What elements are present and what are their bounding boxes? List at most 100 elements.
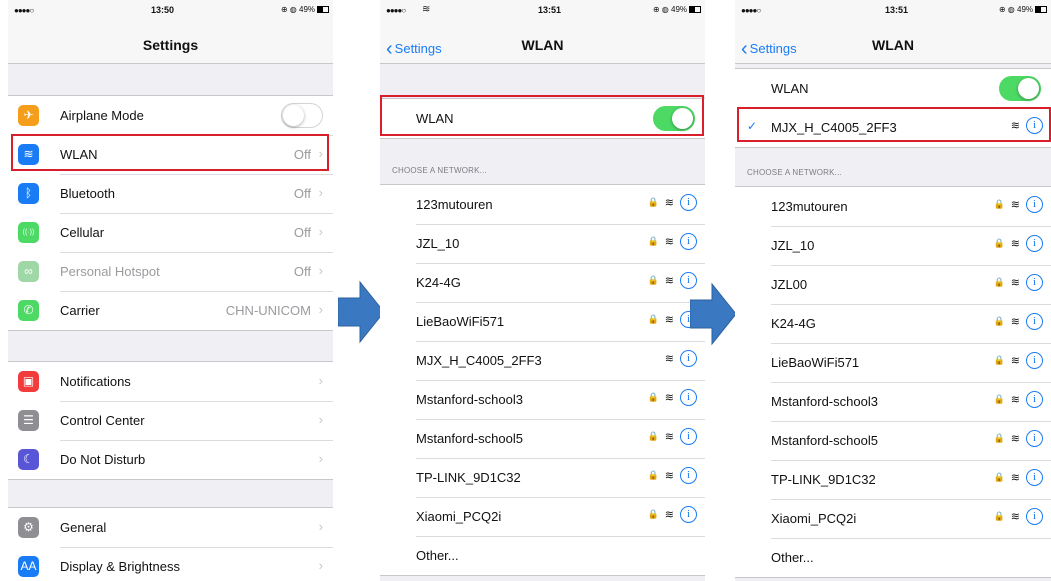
info-icon[interactable]: i xyxy=(1026,469,1043,486)
settings-screen: ●●●●○ 13:50 ⊕ ◍ 49% Settings ✈ Airplane M… xyxy=(8,0,333,581)
network-row[interactable]: JZL00 🔒 ≋ i xyxy=(735,265,1051,304)
network-name: Mstanford-school3 xyxy=(771,394,878,409)
nav-bar: ‹ Settings WLAN xyxy=(735,20,1051,64)
network-row[interactable]: Mstanford-school5 🔒 ≋ i xyxy=(735,421,1051,460)
nav-bar: Settings xyxy=(8,20,333,64)
info-icon[interactable]: i xyxy=(1026,196,1043,213)
network-row[interactable]: LieBaoWiFi571 🔒 ≋ i xyxy=(380,302,705,341)
settings-item-cellular[interactable]: ((·)) Cellular Off › xyxy=(8,213,333,252)
settings-item-value: Off xyxy=(293,186,311,201)
info-icon[interactable]: i xyxy=(1026,313,1043,330)
info-icon[interactable]: i xyxy=(680,506,697,523)
settings-item-general[interactable]: ⚙ General › xyxy=(8,508,333,547)
network-row[interactable]: K24-4G 🔒 ≋ i xyxy=(380,263,705,302)
lock-icon: 🔒 xyxy=(647,275,659,285)
wlan-toggle[interactable] xyxy=(999,76,1041,101)
lock-icon: 🔒 xyxy=(647,470,659,480)
network-row[interactable]: Xiaomi_PCQ2i 🔒 ≋ i xyxy=(380,497,705,536)
settings-item-bluetooth[interactable]: ᛒ Bluetooth Off › xyxy=(8,174,333,213)
battery-icon xyxy=(1035,6,1047,13)
settings-item-label: General xyxy=(60,520,107,535)
settings-item-control-center[interactable]: ☰ Control Center › xyxy=(8,401,333,440)
network-row[interactable]: Xiaomi_PCQ2i 🔒 ≋ i xyxy=(735,499,1051,538)
page-title: WLAN xyxy=(521,37,564,53)
info-icon[interactable]: i xyxy=(680,389,697,406)
settings-group-general: ⚙ General › AA Display & Brightness › xyxy=(8,507,333,581)
wlan-row[interactable]: WLAN xyxy=(735,69,1051,108)
airplane-mode-toggle[interactable] xyxy=(281,103,323,128)
network-icons: 🔒 ≋ i xyxy=(994,391,1043,408)
control-center-icon: ☰ xyxy=(18,410,39,431)
lock-icon: 🔒 xyxy=(993,199,1005,209)
status-right: ⊕ ◍ 49% xyxy=(280,5,315,14)
network-row[interactable]: LieBaoWiFi571 🔒 ≋ i xyxy=(735,343,1051,382)
moon-icon: ☾ xyxy=(18,449,39,470)
network-row[interactable]: Mstanford-school3 🔒 ≋ i xyxy=(380,380,705,419)
network-icons: 🔒 ≋ i xyxy=(994,508,1043,525)
status-bar: ●●●●○ 13:51 ⊕ ◍ 49% xyxy=(735,0,1051,20)
wifi-icon: ≋ xyxy=(664,314,674,326)
info-icon[interactable]: i xyxy=(680,467,697,484)
network-name: 123mutouren xyxy=(771,199,848,214)
network-icons: 🔒 ≋ i xyxy=(648,428,697,445)
lock-icon: 🔒 xyxy=(993,394,1005,404)
info-icon[interactable]: i xyxy=(680,350,697,367)
wifi-icon: ≋ xyxy=(664,392,674,404)
wlan-screen-off: ●●●●○ ≋ 13:51 ⊕ ◍ 49% ‹ Settings WLAN WLA… xyxy=(380,0,705,581)
network-row[interactable]: JZL_10 🔒 ≋ i xyxy=(380,224,705,263)
info-icon[interactable]: i xyxy=(680,233,697,250)
settings-item-notifications[interactable]: ▣ Notifications › xyxy=(8,362,333,401)
settings-item-display-brightness[interactable]: AA Display & Brightness › xyxy=(8,547,333,581)
info-icon[interactable]: i xyxy=(1026,235,1043,252)
network-icons: 🔒 ≋ i xyxy=(994,313,1043,330)
settings-item-carrier[interactable]: ✆ Carrier CHN-UNICOM › xyxy=(8,291,333,330)
phone-icon: ✆ xyxy=(18,300,39,321)
settings-group-connectivity: ✈ Airplane Mode ≋ WLAN Off › ᛒ Bluetooth Off › ((·… xyxy=(8,95,333,331)
network-row[interactable]: MJX_H_C4005_2FF3 ≋ i xyxy=(380,341,705,380)
settings-item-personal-hotspot[interactable]: ∞ Personal Hotspot Off › xyxy=(8,252,333,291)
other-network-row[interactable]: Other... xyxy=(735,538,1051,577)
network-name: Xiaomi_PCQ2i xyxy=(416,509,502,524)
wifi-icon: ≋ xyxy=(664,236,674,248)
section-header: CHOOSE A NETWORK... xyxy=(392,166,487,175)
settings-item-do-not-disturb[interactable]: ☾ Do Not Disturb › xyxy=(8,440,333,479)
network-row[interactable]: TP-LINK_9D1C32 🔒 ≋ i xyxy=(735,460,1051,499)
info-icon[interactable]: i xyxy=(680,194,697,211)
settings-item-value: CHN-UNICOM xyxy=(225,303,311,318)
network-row[interactable]: K24-4G 🔒 ≋ i xyxy=(735,304,1051,343)
info-icon[interactable]: i xyxy=(1026,430,1043,447)
network-name: TP-LINK_9D1C32 xyxy=(416,470,521,485)
network-list: 123mutouren 🔒 ≋ i JZL_10 🔒 ≋ i K24-4G 🔒 ≋ i LieBaoWi… xyxy=(380,184,705,576)
wifi-icon: ≋ xyxy=(1010,472,1020,484)
network-name: K24-4G xyxy=(771,316,816,331)
bluetooth-icon: ᛒ xyxy=(18,183,39,204)
network-name: JZL_10 xyxy=(771,238,815,253)
network-icons: 🔒 ≋ i xyxy=(648,389,697,406)
wifi-icon: ≋ xyxy=(664,353,674,365)
hotspot-icon: ∞ xyxy=(18,261,39,282)
info-icon[interactable]: i xyxy=(1026,352,1043,369)
settings-item-airplane-mode[interactable]: ✈ Airplane Mode xyxy=(8,96,333,135)
network-row[interactable]: Mstanford-school3 🔒 ≋ i xyxy=(735,382,1051,421)
info-icon[interactable]: i xyxy=(680,428,697,445)
info-icon[interactable]: i xyxy=(1026,508,1043,525)
notifications-icon: ▣ xyxy=(18,371,39,392)
settings-item-label: Notifications xyxy=(60,374,131,389)
network-row[interactable]: JZL_10 🔒 ≋ i xyxy=(735,226,1051,265)
chevron-right-icon: › xyxy=(318,451,323,466)
network-row[interactable]: 123mutouren 🔒 ≋ i xyxy=(735,187,1051,226)
settings-item-label: Cellular xyxy=(60,225,105,240)
wifi-icon: ≋ xyxy=(664,509,674,521)
info-icon[interactable]: i xyxy=(1026,274,1043,291)
chevron-right-icon: › xyxy=(318,224,323,239)
settings-item-label: Personal Hotspot xyxy=(60,264,160,279)
chevron-right-icon: › xyxy=(318,263,323,278)
info-icon[interactable]: i xyxy=(1026,391,1043,408)
wifi-icon: ≋ xyxy=(1010,433,1020,445)
other-network-row[interactable]: Other... xyxy=(380,536,705,575)
wifi-icon: ≋ xyxy=(1010,316,1020,328)
wifi-icon: ≋ xyxy=(1010,238,1020,250)
network-row[interactable]: Mstanford-school5 🔒 ≋ i xyxy=(380,419,705,458)
network-row[interactable]: 123mutouren 🔒 ≋ i xyxy=(380,185,705,224)
network-row[interactable]: TP-LINK_9D1C32 🔒 ≋ i xyxy=(380,458,705,497)
